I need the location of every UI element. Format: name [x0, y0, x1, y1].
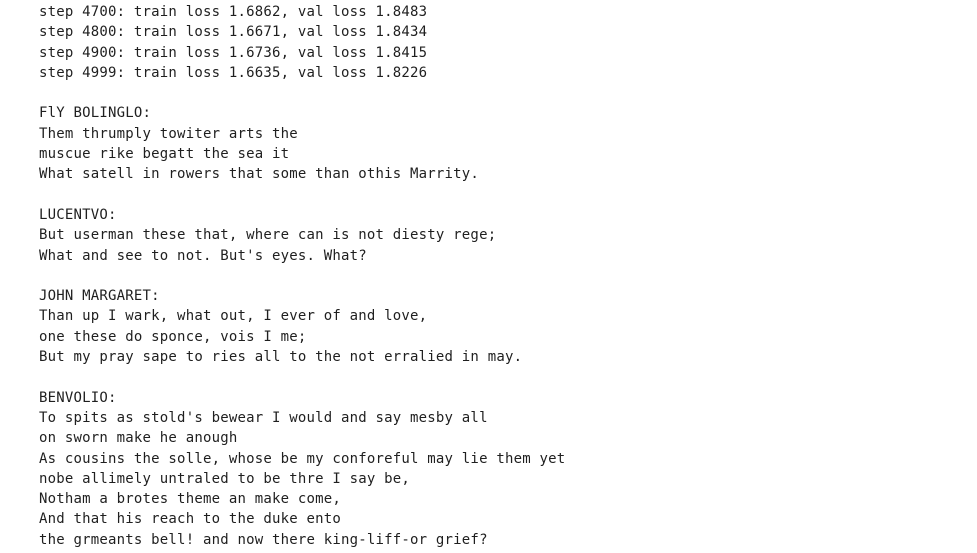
cell-output-area: step 4700: train loss 1.6862, val loss 1…	[39, 2, 977, 553]
cell-output-text: step 4700: train loss 1.6862, val loss 1…	[39, 4, 566, 548]
